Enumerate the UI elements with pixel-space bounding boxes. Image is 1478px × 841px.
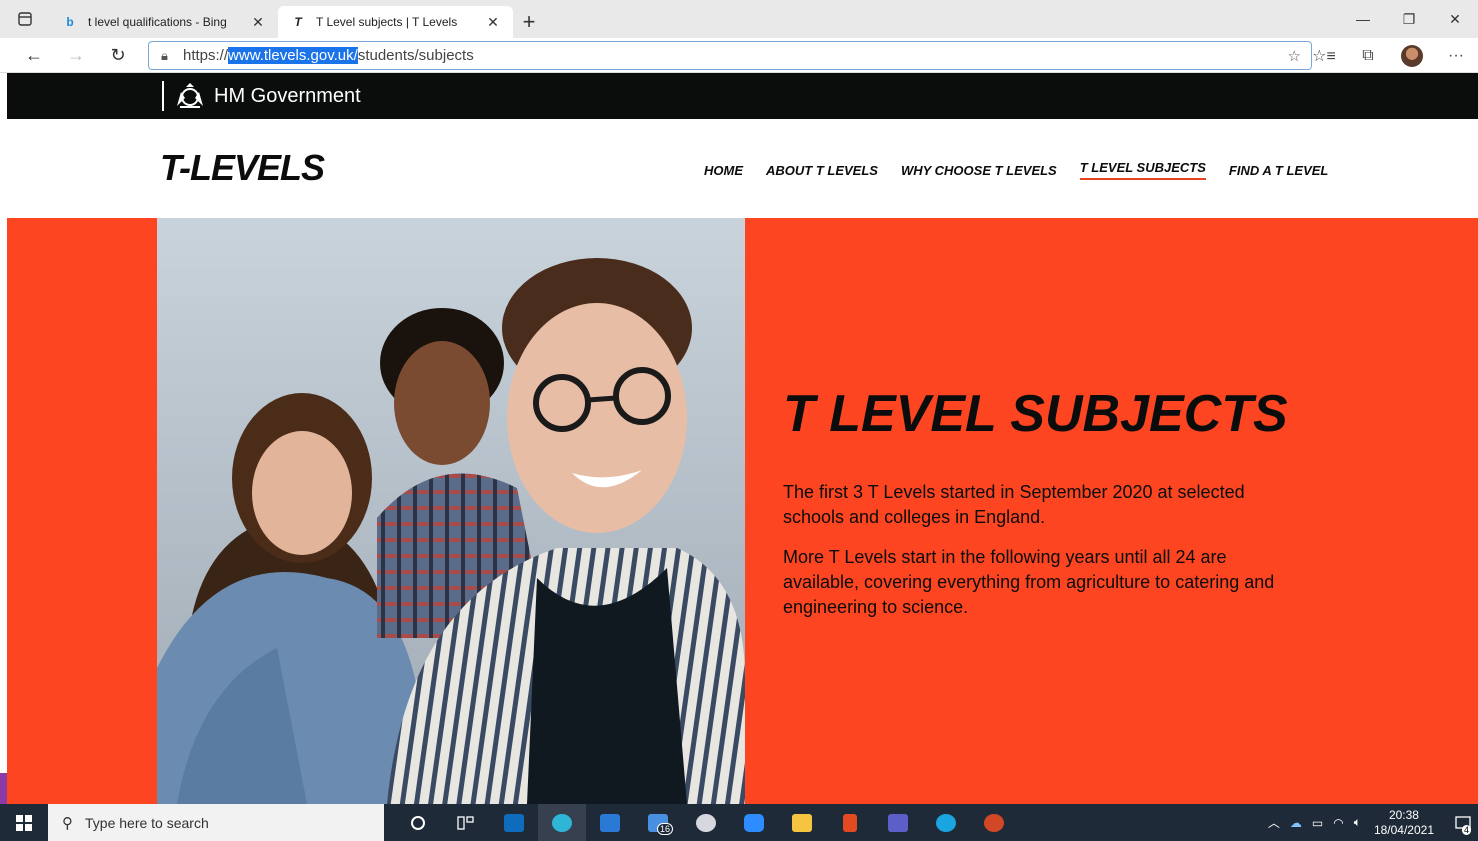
nav-t-level-subjects[interactable]: T LEVEL SUBJECTS xyxy=(1079,160,1206,180)
nav-find-a-t-level[interactable]: FIND A T LEVEL xyxy=(1229,163,1328,183)
close-tab-icon[interactable]: ✕ xyxy=(250,14,266,31)
tab-title: t level qualifications - Bing xyxy=(88,15,227,29)
lock-icon[interactable]: 🔒︎ xyxy=(161,48,183,64)
back-button[interactable]: ← xyxy=(13,38,55,73)
minimize-icon[interactable]: — xyxy=(1340,0,1386,38)
tab-title: T Level subjects | T Levels xyxy=(316,15,458,29)
volume-icon[interactable]: 🔈︎ xyxy=(1354,815,1361,830)
main-nav: HOME ABOUT T LEVELS WHY CHOOSE T LEVELS … xyxy=(704,160,1351,183)
favorites-icon[interactable]: ☆≡ xyxy=(1302,38,1346,73)
collections-icon[interactable]: ⧉ xyxy=(1346,38,1390,73)
search-icon: ⚲ xyxy=(62,814,73,832)
skype-icon[interactable] xyxy=(922,804,970,841)
mail-badge: 16 xyxy=(656,823,673,835)
start-button[interactable] xyxy=(0,804,48,841)
notification-center-button[interactable]: 4 xyxy=(1448,804,1478,841)
browser-tab-bar: b t level qualifications - Bing ✕ T T Le… xyxy=(0,0,1478,38)
hero-photo xyxy=(157,218,745,804)
page-title: T LEVEL SUBJECTS xyxy=(783,385,1288,443)
mail-icon[interactable]: 16 xyxy=(634,804,682,841)
snipping-tool-icon[interactable] xyxy=(682,804,730,841)
nav-about-t-levels[interactable]: ABOUT T LEVELS xyxy=(766,163,878,183)
hero-paragraph-2: More T Levels start in the following yea… xyxy=(783,547,1275,617)
task-view-icon[interactable] xyxy=(442,804,490,841)
tab-bing[interactable]: b t level qualifications - Bing ✕ xyxy=(50,6,278,38)
powerpoint-icon[interactable] xyxy=(970,804,1018,841)
close-window-icon[interactable]: ✕ xyxy=(1432,0,1478,38)
zoom-icon[interactable] xyxy=(730,804,778,841)
battery-icon[interactable]: ▭ xyxy=(1312,816,1323,830)
tlevels-icon: T xyxy=(294,15,302,29)
bing-icon: b xyxy=(66,15,74,29)
nav-home[interactable]: HOME xyxy=(704,163,743,183)
system-tray: ︿ ☁ ▭ ◠ 🔈︎ 20:38 18/04/2021 4 xyxy=(1263,804,1478,841)
close-tab-icon[interactable]: ✕ xyxy=(485,14,501,31)
gov-brand-text: HM Government xyxy=(214,84,361,107)
refresh-button[interactable]: ↻ xyxy=(97,38,139,73)
browser-toolbar: ← → ↻ 🔒︎ https://www.tlevels.gov.uk/stud… xyxy=(0,38,1478,73)
chevron-up-icon[interactable]: ︿ xyxy=(1268,814,1280,831)
cortana-icon[interactable] xyxy=(394,804,442,841)
profile-avatar[interactable] xyxy=(1401,44,1423,67)
tab-tlevels[interactable]: T T Level subjects | T Levels ✕ xyxy=(278,6,513,38)
windows-icon xyxy=(16,814,32,831)
teams-icon[interactable] xyxy=(874,804,922,841)
nav-why-choose-t-levels[interactable]: WHY CHOOSE T LEVELS xyxy=(901,163,1057,183)
restore-icon[interactable]: ❐ xyxy=(1386,0,1432,38)
hero-text: T LEVEL SUBJECTS The first 3 T Levels st… xyxy=(783,388,1303,635)
tab-actions-icon xyxy=(18,12,32,26)
hero-paragraph-1: The first 3 T Levels started in Septembe… xyxy=(783,482,1245,527)
browser-toolbar-right: ☆≡ ⧉ ··· xyxy=(1302,38,1478,73)
site-header: T-LEVELS HOME ABOUT T LEVELS WHY CHOOSE … xyxy=(7,119,1478,218)
outlook-icon[interactable] xyxy=(490,804,538,841)
onedrive-icon[interactable]: ☁ xyxy=(1290,816,1302,830)
search-placeholder: Type here to search xyxy=(85,814,209,831)
tab-actions-button[interactable] xyxy=(0,0,50,38)
clock-time: 20:38 xyxy=(1388,807,1419,822)
more-icon[interactable]: ··· xyxy=(1434,38,1478,73)
add-favorite-icon[interactable]: ☆ xyxy=(1288,47,1301,65)
hm-government-link[interactable]: HM Government xyxy=(162,81,361,111)
left-edge-strip xyxy=(0,73,7,804)
edge-accent xyxy=(0,773,7,804)
clock-date: 18/04/2021 xyxy=(1373,822,1434,837)
url-selected: www.tlevels.gov.uk/ xyxy=(228,47,358,64)
office-icon[interactable] xyxy=(826,804,874,841)
students-photo xyxy=(157,218,745,804)
notification-count: 4 xyxy=(1461,825,1471,835)
window-controls: — ❐ ✕ xyxy=(1340,0,1478,38)
store-icon[interactable] xyxy=(586,804,634,841)
taskbar-search[interactable]: ⚲ Type here to search xyxy=(48,804,384,841)
clock[interactable]: 20:38 18/04/2021 xyxy=(1374,808,1434,838)
royal-crest-icon xyxy=(177,83,203,108)
gov-bar: HM Government xyxy=(7,73,1478,119)
url-path: students/subjects xyxy=(357,47,474,64)
url-prefix: https:// xyxy=(183,47,229,64)
taskbar-apps: 16 xyxy=(394,804,1018,841)
hero-section: T LEVEL SUBJECTS The first 3 T Levels st… xyxy=(7,218,1478,804)
forward-button[interactable]: → xyxy=(55,38,97,73)
address-bar[interactable]: 🔒︎ https://www.tlevels.gov.uk/students/s… xyxy=(148,41,1312,70)
new-tab-button[interactable]: + xyxy=(513,6,545,38)
wifi-icon[interactable]: ◠ xyxy=(1333,816,1343,830)
file-explorer-icon[interactable] xyxy=(778,804,826,841)
windows-taskbar: ⚲ Type here to search 16 ︿ ☁ ▭ ◠ 🔈︎ 20:3… xyxy=(0,804,1478,841)
edge-icon[interactable] xyxy=(538,804,586,841)
tlevels-logo[interactable]: T-LEVELS xyxy=(160,147,325,189)
